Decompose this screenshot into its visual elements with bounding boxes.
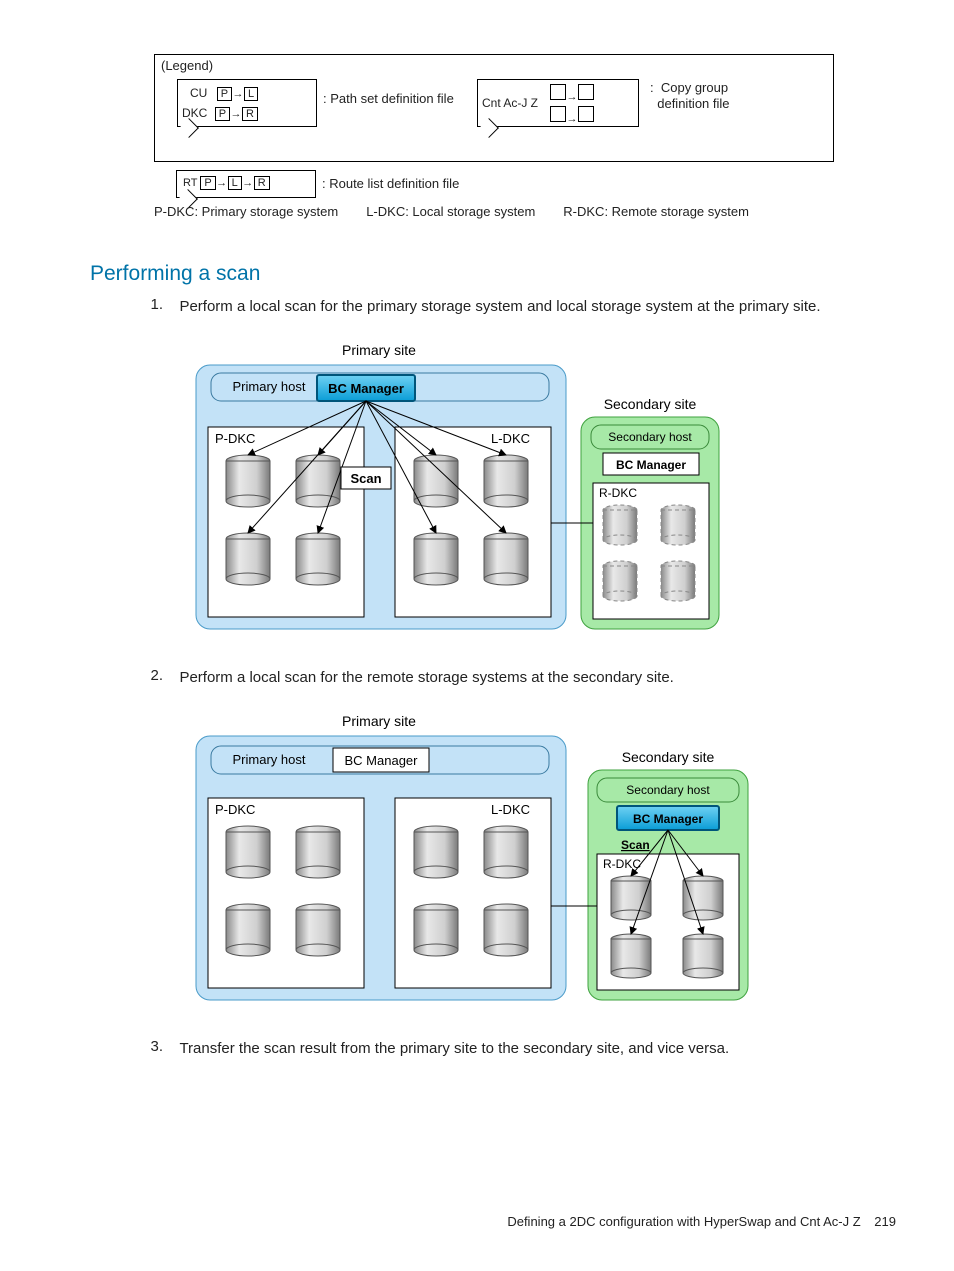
cube-icon [578,106,594,122]
legend-title: (Legend) [161,58,213,73]
routelist-file-icon: RT P→L→R [176,170,316,198]
cube-icon [550,84,566,100]
step-text: Perform a local scan for the remote stor… [179,667,879,688]
pdkc-def: P-DKC: Primary storage system [154,204,338,219]
svg-text:Scan: Scan [621,838,650,852]
footer-text: Defining a 2DC configuration with HyperS… [507,1214,860,1229]
svg-text:P-DKC: P-DKC [215,802,255,817]
copygroup-label-1: Copy group [661,80,728,95]
svg-text:R-DKC: R-DKC [603,857,641,871]
list-item: 1. Perform a local scan for the primary … [133,296,895,317]
svg-text:BC Manager: BC Manager [616,458,686,472]
svg-text:Scan: Scan [350,471,381,486]
arrow-icon: → [230,108,242,120]
l-box: L [244,87,258,101]
arrow-icon: → [566,91,578,103]
list-item: 3. Transfer the scan result from the pri… [133,1038,895,1059]
arrow-icon: → [216,177,228,189]
svg-text:Primary site: Primary site [342,713,416,729]
step-number: 3. [133,1038,163,1055]
r-box: R [254,176,270,190]
colon: : [650,80,654,95]
svg-text:Secondary host: Secondary host [626,783,710,797]
page-number: 219 [874,1214,896,1229]
routelist-label: : Route list definition file [322,176,459,191]
svg-text:Secondary site: Secondary site [604,396,697,412]
pathset-label: : Path set definition file [323,91,454,106]
svg-text:Primary site: Primary site [342,342,416,358]
p-box: P [200,176,215,190]
rdkc-def: R-DKC: Remote storage system [563,204,749,219]
step-number: 2. [133,667,163,684]
step-text: Transfer the scan result from the primar… [179,1038,879,1059]
step-number: 1. [133,296,163,313]
cu-label: CU [190,86,207,100]
svg-text:Primary host: Primary host [233,752,306,767]
cube-icon [578,84,594,100]
dkc-label: DKC [182,106,207,120]
copygroup-file-icon: Cnt Ac-J Z → → [477,79,639,127]
step-text: Perform a local scan for the primary sto… [179,296,879,317]
svg-text:BC Manager: BC Manager [345,753,419,768]
svg-text:Primary host: Primary host [233,379,306,394]
svg-text:BC Manager: BC Manager [328,381,404,396]
legend-box: (Legend) CU P→L DKC P→R : Path set defin… [154,54,834,162]
diagram-step1: Primary site Primary host BC Manager P-D… [193,335,895,635]
arrow-icon: → [242,177,254,189]
cntacj-label: Cnt Ac-J Z [482,96,538,110]
svg-text:BC Manager: BC Manager [633,812,703,826]
arrow-icon: → [566,113,578,125]
ldkc-def: L-DKC: Local storage system [366,204,535,219]
svg-text:R-DKC: R-DKC [599,486,637,500]
p-box: P [215,107,230,121]
p-box: P [217,87,232,101]
pathset-file-icon: CU P→L DKC P→R [177,79,317,127]
svg-text:P-DKC: P-DKC [215,431,255,446]
l-box: L [228,176,242,190]
cube-icon [550,106,566,122]
legend-definitions: P-DKC: Primary storage system L-DKC: Loc… [154,204,834,219]
r-box: R [242,107,258,121]
svg-text:Secondary site: Secondary site [622,749,715,765]
copygroup-label-2: definition file [657,96,729,111]
svg-text:L-DKC: L-DKC [491,802,530,817]
rt-label: RT [183,177,197,189]
page-footer: Defining a 2DC configuration with HyperS… [507,1214,896,1229]
legend-figure: (Legend) CU P→L DKC P→R : Path set defin… [154,54,838,222]
arrow-icon: → [232,88,244,100]
section-heading: Performing a scan [90,262,260,286]
svg-text:L-DKC: L-DKC [491,431,530,446]
list-item: 2. Perform a local scan for the remote s… [133,667,895,688]
svg-text:Secondary host: Secondary host [608,430,692,444]
steps-list: 1. Perform a local scan for the primary … [133,296,895,1073]
diagram-step2: Primary site Primary host BC Manager P-D… [193,706,895,1006]
